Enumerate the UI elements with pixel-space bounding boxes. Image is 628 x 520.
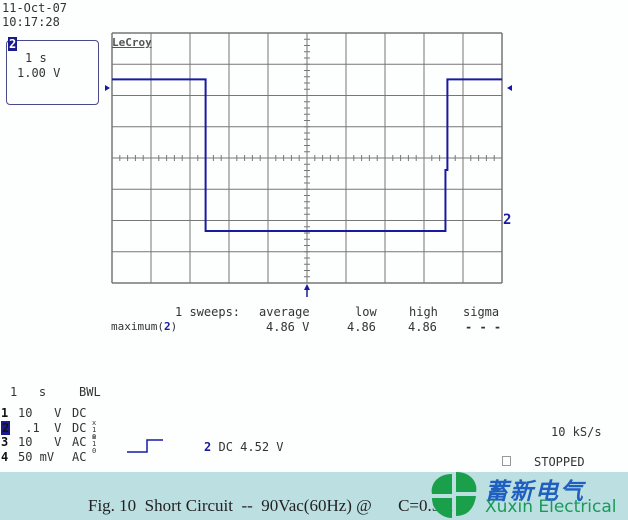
header-average: average [259,305,310,319]
status-checkbox[interactable] [502,456,511,466]
trigger-level-marker-left [105,85,110,91]
channel-coupling: DC [72,420,87,435]
channel-volts: 10 V [18,406,62,420]
sample-rate: 10 kS/s [551,425,602,439]
value-sigma: - - - [465,320,502,334]
channel-badge: 2 [8,37,18,51]
value-high: 4.86 [408,320,437,334]
timebase-label: 1 s [25,51,47,65]
header-low: low [355,305,377,319]
channel-probe: x10 [92,433,97,455]
scale-label: 1.00 V [17,66,61,80]
trigger-level-marker-right [507,85,512,91]
channel-coupling: DC [72,406,87,420]
channel-number: 4 [1,449,9,464]
acquisition-status: STOPPED [534,455,585,469]
measurement-name: maximum(2) [111,320,178,333]
channel-coupling: AC [72,435,87,449]
channel-number: 3 [1,435,9,449]
date: 11-Oct-07 [2,1,68,15]
channel-number: 1 [1,406,9,420]
channel-number: 2 [1,420,11,435]
channel-volts: 50 mV [18,449,55,464]
header-high: high [409,305,438,319]
trace-descriptor-box[interactable]: 2 1 s 1.00 V [6,37,99,105]
time: 10:17:28 [2,15,60,29]
trigger-setting: 2 DC 4.52 V [204,440,284,454]
channel-volts: .1 V [18,420,62,435]
lecroy-logo: LeCroy [112,36,152,49]
value-average: 4.86 V [266,320,310,334]
channel-coupling: AC [72,449,87,464]
logo-english: Xuxin Electrical [485,497,617,517]
sweeps-label: 1 sweeps: [175,305,241,319]
bwl-setting: BWL [79,385,101,399]
timebase-setting: 1 s [10,385,47,399]
figure-caption: Fig. 10 Short Circuit -- 90Vac(60Hz) @ C… [88,496,453,515]
header-sigma: sigma [463,305,500,319]
logo-leaf-icon [431,472,477,518]
channel-2-ground-marker[interactable]: 2 [503,213,511,227]
channel-volts: 10 V [18,435,62,449]
value-low: 4.86 [347,320,376,334]
trigger-edge-icon [127,439,163,453]
